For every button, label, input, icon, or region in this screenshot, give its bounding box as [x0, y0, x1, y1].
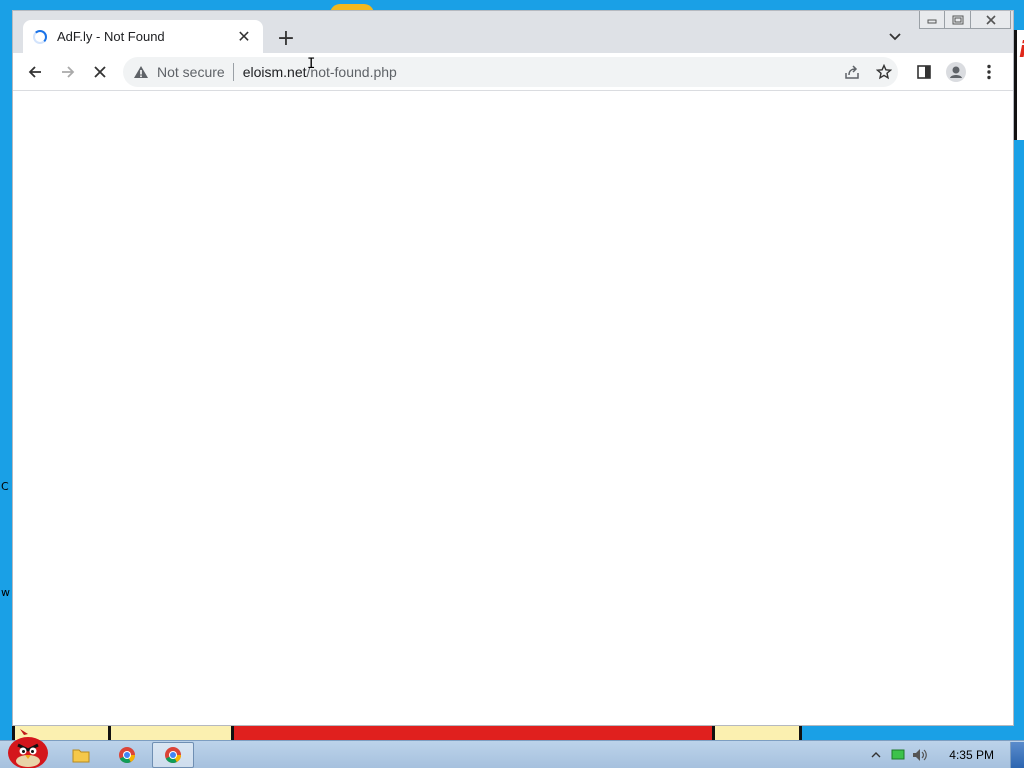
taskbar-chrome-active[interactable]: [152, 742, 194, 768]
restore-icon: [952, 15, 963, 24]
taskbar-chrome[interactable]: [106, 742, 148, 768]
star-icon: [876, 64, 892, 80]
chevron-up-icon: [871, 752, 881, 758]
divider: [232, 63, 234, 81]
speaker-icon: [913, 749, 928, 761]
close-icon: [94, 66, 106, 78]
wallpaper-text-fragment: C: [1, 480, 9, 493]
warning-triangle-icon: [134, 66, 148, 78]
taskbar-clock[interactable]: 4:35 PM: [949, 748, 994, 762]
window-controls: [919, 11, 1011, 29]
tab-close-button[interactable]: ✕: [235, 28, 253, 46]
share-icon: [845, 65, 859, 79]
close-icon: [985, 14, 996, 25]
address-bar[interactable]: Not secure eloism.net/not-found.php: [123, 57, 898, 87]
tab-strip: AdF.ly - Not Found ✕ +: [13, 11, 1013, 53]
new-tab-button[interactable]: +: [273, 25, 299, 51]
chrome-icon: [119, 747, 135, 763]
more-vertical-icon: [987, 64, 991, 80]
show-desktop-button[interactable]: [1010, 742, 1024, 768]
network-tray-button[interactable]: [887, 744, 909, 766]
chevron-down-icon: [889, 33, 901, 41]
security-indicator[interactable]: Not secure: [133, 64, 225, 80]
wallpaper-decoration: [108, 724, 234, 740]
arrow-right-icon: [62, 66, 75, 78]
tab-title: AdF.ly - Not Found: [57, 29, 165, 44]
chrome-icon: [165, 747, 181, 763]
browser-window: AdF.ly - Not Found ✕ + Not secure eloism…: [12, 10, 1014, 726]
side-panel-icon: [917, 65, 931, 79]
share-button[interactable]: [840, 60, 864, 84]
side-panel-button[interactable]: [910, 58, 938, 86]
tab-active[interactable]: AdF.ly - Not Found ✕: [23, 20, 263, 53]
taskbar: 4:35 PM: [0, 729, 1024, 768]
profile-button[interactable]: [942, 58, 970, 86]
volume-tray-button[interactable]: [909, 744, 931, 766]
taskbar-explorer[interactable]: [60, 742, 102, 768]
angry-bird-start-icon: [8, 729, 48, 768]
minimize-button[interactable]: [919, 11, 945, 29]
desktop-wallpaper-top: [0, 0, 1024, 14]
bookmark-button[interactable]: [872, 60, 896, 84]
minimize-icon: [927, 19, 937, 23]
arrow-left-icon: [28, 66, 41, 78]
desktop-wallpaper-bottom: [0, 724, 1024, 740]
loading-spinner-icon: [33, 29, 47, 44]
wallpaper-decoration: i: [1014, 30, 1024, 140]
system-tray: 4:35 PM: [865, 741, 1024, 768]
desktop-wallpaper-left: C w: [0, 0, 12, 740]
network-icon: [891, 749, 905, 760]
browser-toolbar: Not secure eloism.net/not-found.php: [13, 53, 1013, 91]
folder-icon: [72, 749, 90, 763]
text-cursor-icon: I: [307, 56, 316, 72]
forward-button[interactable]: [54, 58, 82, 86]
restore-button[interactable]: [945, 11, 971, 29]
show-hidden-icons-button[interactable]: [865, 744, 887, 766]
wallpaper-decoration: [234, 724, 712, 740]
back-button[interactable]: [21, 58, 49, 86]
stop-loading-button[interactable]: [86, 58, 114, 86]
tab-search-button[interactable]: [883, 25, 907, 49]
url-path: /not-found.php: [306, 64, 397, 80]
security-label: Not secure: [157, 64, 225, 80]
url-host: eloism.net: [242, 64, 307, 80]
wallpaper-text-fragment: w: [1, 586, 10, 599]
wallpaper-decoration: [712, 724, 802, 740]
avatar-icon: [946, 62, 966, 82]
menu-button[interactable]: [975, 58, 1003, 86]
page-content[interactable]: [13, 91, 1013, 725]
window-close-button[interactable]: [971, 11, 1011, 29]
start-button[interactable]: [4, 729, 50, 768]
